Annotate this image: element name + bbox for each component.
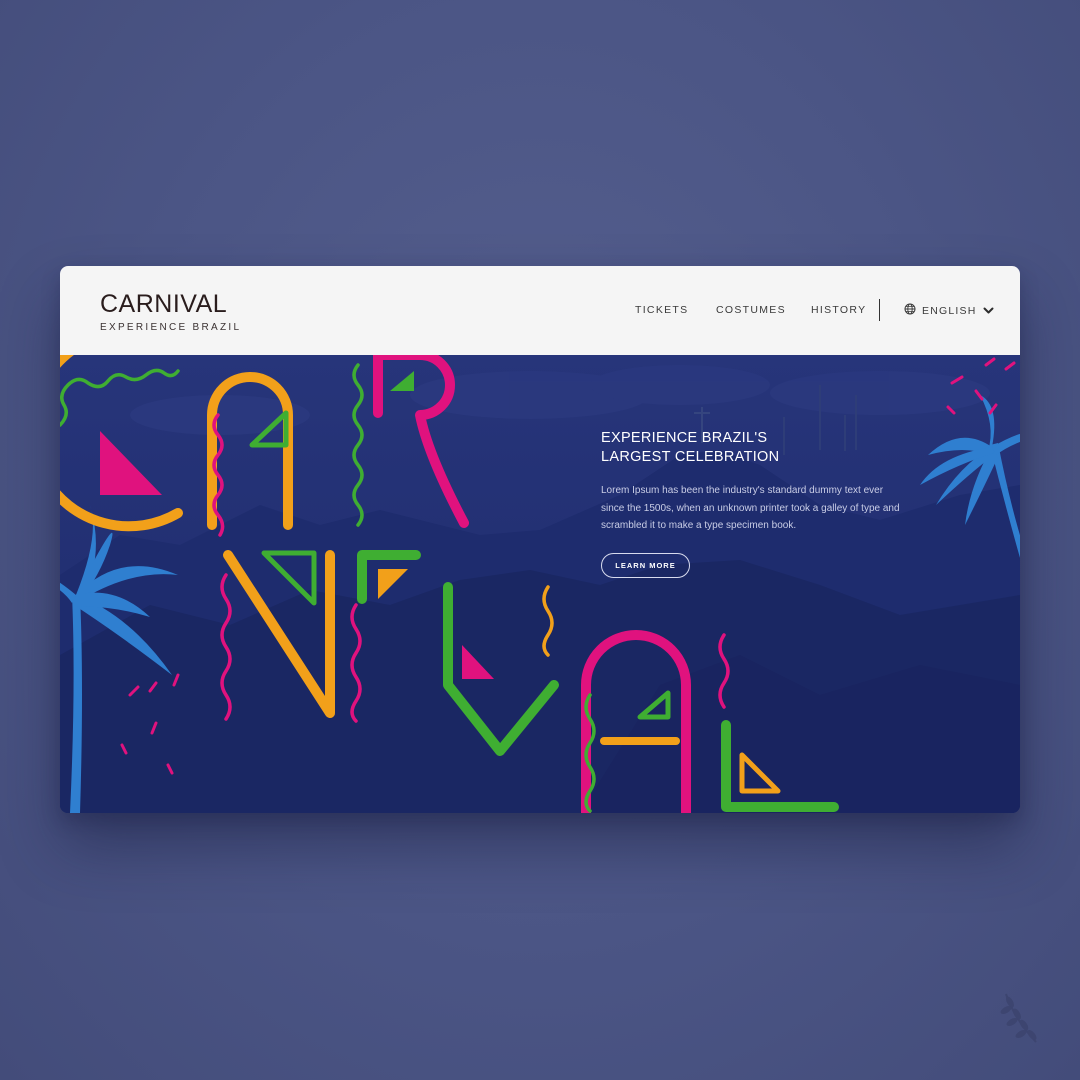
navbar: CARNIVAL EXPERIENCE BRAZIL TICKETS COSTU… bbox=[60, 266, 1020, 355]
language-label: ENGLISH bbox=[922, 305, 977, 317]
brand-subtitle: EXPERIENCE BRAZIL bbox=[100, 322, 242, 333]
nav-divider bbox=[879, 299, 880, 321]
learn-more-button[interactable]: LEARN MORE bbox=[601, 553, 690, 578]
hero-heading: EXPERIENCE BRAZIL'S LARGEST CELEBRATION bbox=[601, 429, 779, 467]
brand-logo[interactable]: CARNIVAL EXPERIENCE BRAZIL bbox=[100, 290, 241, 333]
language-selector[interactable]: ENGLISH bbox=[904, 302, 994, 320]
nav-costumes[interactable]: COSTUMES bbox=[716, 304, 786, 316]
nav-history[interactable]: HISTORY bbox=[811, 304, 866, 316]
hero-artwork bbox=[60, 355, 1020, 813]
chevron-down-icon bbox=[983, 302, 994, 320]
laurel-icon bbox=[1000, 993, 1037, 1043]
hero-heading-line2: LARGEST CELEBRATION bbox=[601, 449, 780, 465]
website-card: CARNIVAL EXPERIENCE BRAZIL TICKETS COSTU… bbox=[60, 266, 1020, 813]
globe-icon bbox=[904, 302, 916, 320]
hero-heading-line1: EXPERIENCE BRAZIL'S bbox=[601, 430, 768, 446]
brand-title: CARNIVAL bbox=[100, 290, 228, 318]
hero-description: Lorem Ipsum has been the industry's stan… bbox=[601, 485, 900, 531]
hero-section: EXPERIENCE BRAZIL'S LARGEST CELEBRATION … bbox=[60, 355, 1020, 813]
nav-tickets[interactable]: TICKETS bbox=[635, 304, 688, 316]
